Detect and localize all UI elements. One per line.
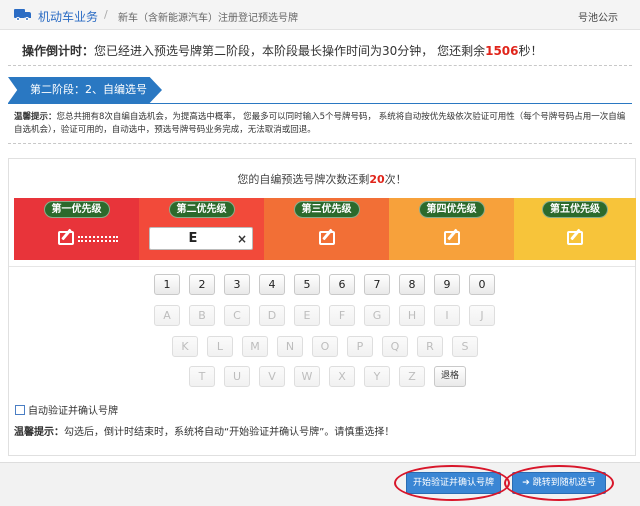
warning-body: 勾选后，倒计时结束时，系统将自动“开始验证并确认号牌”。请慎重选择！ [64, 427, 395, 438]
divider [8, 143, 632, 144]
key-6[interactable]: 6 [329, 274, 355, 295]
key-7[interactable]: 7 [364, 274, 390, 295]
plate-number-input[interactable]: E × [149, 227, 253, 250]
remaining-text: 您的自编预选号牌次数还剩 [237, 173, 370, 186]
remaining-count: 您的自编预选号牌次数还剩20次！ [9, 171, 635, 187]
priority-5-label: 第五优先级 [542, 201, 608, 218]
key-l[interactable]: L [207, 336, 233, 357]
key-t[interactable]: T [189, 366, 215, 387]
action-footer: 开始验证并确认号牌 ➔ 跳转到随机选号 [0, 462, 640, 506]
key-q[interactable]: Q [382, 336, 408, 357]
tip-body: 您总共拥有8次自编自选机会，为提高选中概率， 您最多可以同时输入5个号牌号码， … [14, 112, 626, 135]
breadcrumb-separator: / [104, 8, 108, 21]
random-select-button[interactable]: ➔ 跳转到随机选号 [512, 472, 606, 494]
auto-verify-checkbox[interactable] [15, 405, 25, 415]
key-u[interactable]: U [224, 366, 250, 387]
key-8[interactable]: 8 [399, 274, 425, 295]
countdown-label: 操作倒计时： [22, 44, 95, 58]
priority-3-slot[interactable]: 第三优先级 [264, 198, 389, 260]
tip-text: 温馨提示：您总共拥有8次自编自选机会，为提高选中概率， 您最多可以同时输入5个号… [14, 111, 626, 137]
countdown-text: 您已经进入预选号牌第二阶段，本阶段最长操作时间为30分钟， 您还剩余 [94, 44, 486, 58]
key-0[interactable]: 0 [469, 274, 495, 295]
key-f[interactable]: F [329, 305, 355, 326]
start-verify-button[interactable]: 开始验证并确认号牌 [406, 472, 501, 494]
key-b[interactable]: B [189, 305, 215, 326]
auto-verify-label[interactable]: 自动验证并确认号牌 [28, 406, 118, 417]
key-v[interactable]: V [259, 366, 285, 387]
key-g[interactable]: G [364, 305, 390, 326]
key-e[interactable]: E [294, 305, 320, 326]
priority-3-label: 第三优先级 [293, 201, 360, 218]
key-z[interactable]: Z [399, 366, 425, 387]
key-1[interactable]: 1 [154, 274, 180, 295]
key-5[interactable]: 5 [294, 274, 320, 295]
key-9[interactable]: 9 [434, 274, 460, 295]
stage-underline [8, 103, 632, 104]
key-3[interactable]: 3 [224, 274, 250, 295]
plate-input-value: E [188, 231, 198, 246]
key-x[interactable]: X [329, 366, 355, 387]
key-m[interactable]: M [242, 336, 268, 357]
countdown-seconds: 1506 [485, 44, 519, 58]
priority-5-slot[interactable]: 第五优先级 [514, 198, 636, 260]
key-i[interactable]: I [434, 305, 460, 326]
clear-icon[interactable]: × [237, 232, 247, 246]
stage-banner: 第二阶段：2、自编选号 [8, 77, 162, 103]
key-s[interactable]: S [452, 336, 478, 357]
key-j[interactable]: J [469, 305, 495, 326]
countdown-notice: 操作倒计时：您已经进入预选号牌第二阶段，本阶段最长操作时间为30分钟， 您还剩余… [22, 42, 543, 59]
breadcrumb-section[interactable]: 机动车业务 [38, 8, 98, 25]
countdown-suffix: 秒！ [518, 44, 543, 58]
key-a[interactable]: A [154, 305, 180, 326]
selection-panel: 您的自编预选号牌次数还剩20次！ 第一优先级 第二优先级 E × 第三优先级 第… [8, 158, 636, 456]
priority-1-label: 第一优先级 [43, 201, 110, 218]
key-y[interactable]: Y [364, 366, 390, 387]
divider [8, 65, 632, 66]
tip-label: 温馨提示： [14, 112, 57, 122]
masked-plate-number [78, 236, 118, 242]
warning-text: 温馨提示：勾选后，倒计时结束时，系统将自动“开始验证并确认号牌”。请慎重选择！ [14, 423, 394, 438]
auto-verify-row: 自动验证并确认号牌 [15, 402, 118, 417]
key-o[interactable]: O [312, 336, 338, 357]
page-title: 新车（含新能源汽车）注册登记预选号牌 [118, 13, 298, 24]
top-bar: 机动车业务 / 新车（含新能源汽车）注册登记预选号牌 号池公示 [0, 0, 640, 30]
backspace-key[interactable]: 退格 [434, 366, 466, 387]
priority-4-label: 第四优先级 [418, 201, 485, 218]
edit-icon[interactable] [318, 231, 335, 245]
edit-icon[interactable] [58, 231, 74, 245]
key-n[interactable]: N [277, 336, 303, 357]
key-c[interactable]: C [224, 305, 250, 326]
key-w[interactable]: W [294, 366, 320, 387]
key-p[interactable]: P [347, 336, 373, 357]
divider [9, 266, 635, 267]
remaining-suffix: 次！ [384, 173, 407, 186]
priority-2-label: 第二优先级 [168, 201, 235, 218]
priority-1-slot[interactable]: 第一优先级 [14, 198, 139, 260]
edit-icon[interactable] [443, 231, 460, 245]
warning-label: 温馨提示： [14, 427, 64, 438]
key-k[interactable]: K [172, 336, 198, 357]
plate-pool-link[interactable]: 号池公示 [578, 9, 618, 24]
truck-icon [14, 9, 32, 21]
priority-4-slot[interactable]: 第四优先级 [389, 198, 514, 260]
key-h[interactable]: H [399, 305, 425, 326]
edit-icon[interactable] [567, 231, 583, 245]
remaining-number: 20 [369, 173, 385, 186]
priority-2-slot[interactable]: 第二优先级 E × [139, 198, 264, 260]
key-r[interactable]: R [417, 336, 443, 357]
key-2[interactable]: 2 [189, 274, 215, 295]
key-d[interactable]: D [259, 305, 285, 326]
key-4[interactable]: 4 [259, 274, 285, 295]
